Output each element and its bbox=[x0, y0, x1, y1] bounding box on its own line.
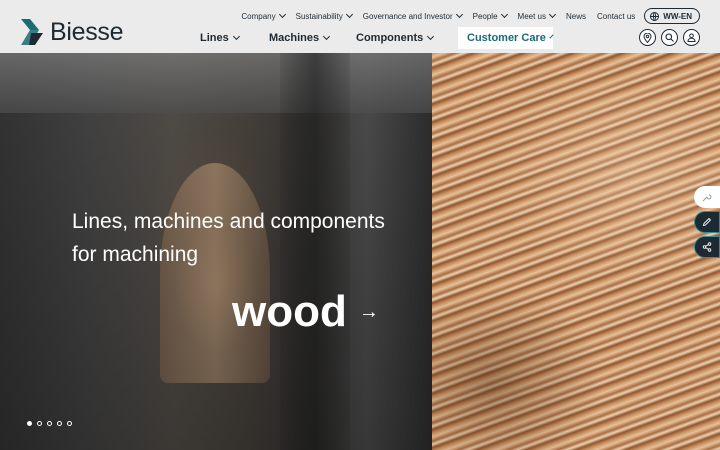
topnav-company[interactable]: Company bbox=[241, 10, 286, 21]
language-selector[interactable]: WW-EN bbox=[644, 8, 700, 24]
mainnav-components[interactable]: Components bbox=[356, 27, 435, 49]
header-icons bbox=[634, 29, 700, 46]
chevron-down-icon bbox=[427, 32, 435, 41]
share-icon bbox=[702, 242, 712, 252]
search-icon bbox=[665, 33, 674, 42]
user-icon bbox=[687, 33, 696, 42]
main-nav: Lines Machines Components Customer Care bbox=[0, 27, 720, 49]
hero-wood-link[interactable]: wood → bbox=[232, 287, 379, 337]
carousel-dot[interactable] bbox=[37, 421, 42, 426]
location-pin-icon bbox=[643, 32, 652, 43]
chevron-down-icon bbox=[549, 34, 554, 39]
pencil-icon bbox=[702, 217, 712, 227]
carousel-pagination bbox=[27, 421, 77, 426]
chevron-down-icon bbox=[548, 10, 557, 19]
share-button[interactable] bbox=[694, 236, 720, 258]
hero-headline: Lines, machines and components for machi… bbox=[72, 210, 385, 266]
location-button[interactable] bbox=[639, 29, 656, 46]
site-header: Biesse Company Sustainability Governance… bbox=[0, 0, 720, 53]
mainnav-machines[interactable]: Machines bbox=[269, 27, 331, 49]
search-button[interactable] bbox=[661, 29, 678, 46]
hero-carousel: Lines, machines and components for machi… bbox=[0, 53, 720, 450]
chevron-down-icon bbox=[345, 10, 353, 19]
globe-icon bbox=[650, 11, 660, 21]
chevron-down-icon bbox=[278, 10, 286, 19]
topnav-governance[interactable]: Governance and Investor bbox=[363, 10, 463, 21]
topnav-people[interactable]: People bbox=[473, 10, 508, 21]
top-nav: Company Sustainability Governance and In… bbox=[230, 8, 700, 24]
side-toolbar bbox=[694, 186, 720, 261]
carousel-dot[interactable] bbox=[67, 421, 72, 426]
chevron-down-icon bbox=[323, 32, 331, 41]
mainnav-lines[interactable]: Lines bbox=[200, 27, 240, 49]
mainnav-customer-care[interactable]: Customer Care bbox=[458, 27, 554, 49]
topnav-sustainability[interactable]: Sustainability bbox=[296, 10, 353, 21]
arrow-right-icon: → bbox=[358, 300, 379, 323]
wrench-icon bbox=[702, 194, 712, 202]
chevron-down-icon bbox=[500, 10, 508, 19]
topnav-contact-us[interactable]: Contact us bbox=[597, 12, 635, 21]
topnav-news[interactable]: News bbox=[566, 12, 586, 21]
tools-button[interactable] bbox=[694, 186, 720, 208]
topnav-meet-us[interactable]: Meet us bbox=[518, 10, 557, 21]
edit-button[interactable] bbox=[694, 211, 720, 233]
carousel-dot[interactable] bbox=[27, 421, 32, 426]
carousel-dot[interactable] bbox=[47, 421, 52, 426]
hero-image-wood-waves bbox=[432, 53, 720, 450]
carousel-dot[interactable] bbox=[57, 421, 62, 426]
chevron-down-icon bbox=[232, 32, 240, 41]
account-button[interactable] bbox=[683, 29, 700, 46]
hero-rotating-word: wood bbox=[232, 287, 347, 336]
chevron-down-icon bbox=[455, 10, 463, 19]
